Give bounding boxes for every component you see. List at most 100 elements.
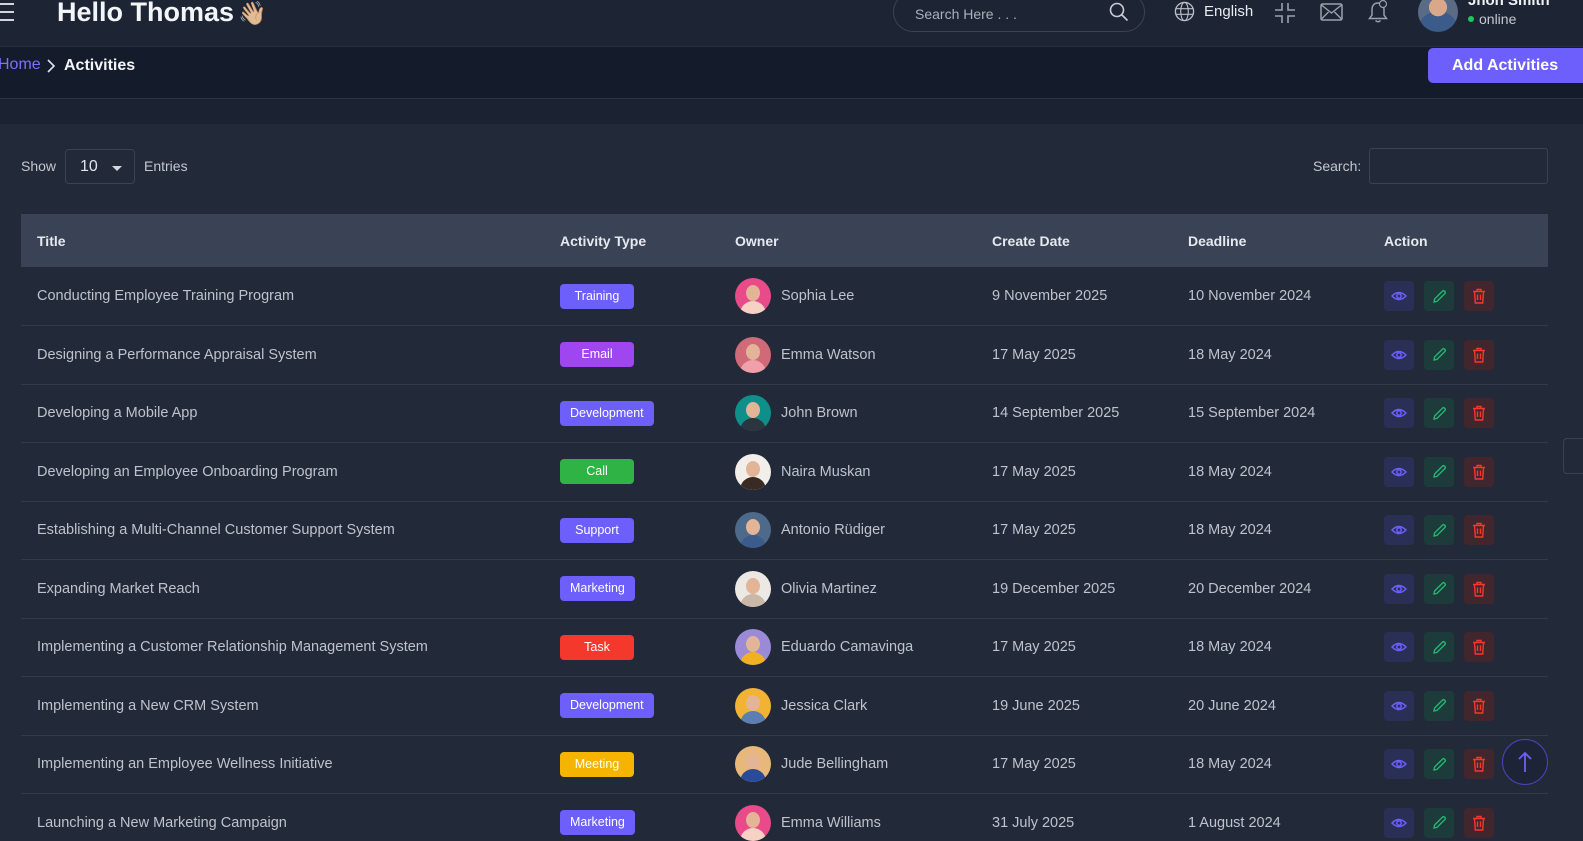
view-button[interactable] [1384,456,1414,487]
avatar [735,746,771,783]
avatar [735,278,771,314]
side-panel-tab[interactable] [1563,438,1583,474]
activity-title[interactable]: Developing an Employee Onboarding Progra… [21,443,544,502]
delete-button[interactable] [1464,515,1494,546]
owner-cell: Antonio Rüdiger [719,501,976,560]
owner-name: Emma Watson [781,346,876,363]
action-cell [1368,267,1548,326]
owner: Jude Bellingham [735,746,976,783]
action-cell [1368,326,1548,385]
user-avatar[interactable] [1418,0,1458,32]
activity-title[interactable]: Implementing a Customer Relationship Man… [21,618,544,677]
user-name: Jhon Smith [1468,0,1550,9]
bell-icon[interactable] [1366,0,1390,25]
view-button[interactable] [1384,339,1414,370]
search-icon[interactable] [1109,2,1129,22]
activity-type-cell: Development [544,384,719,443]
view-button[interactable] [1384,749,1414,780]
trash-icon [1473,581,1485,597]
edit-button[interactable] [1424,281,1454,311]
delete-button[interactable] [1464,339,1494,370]
edit-button[interactable] [1424,807,1454,838]
delete-button[interactable] [1464,690,1494,721]
deadline-date: 18 May 2024 [1188,463,1272,480]
activity-type-cell: Support [544,501,719,560]
activity-type-cell: Task [544,618,719,677]
pencil-icon [1432,582,1446,596]
col-title-header[interactable]: Title [21,214,544,267]
language-selector[interactable]: English [1174,1,1253,22]
breadcrumb-home-link[interactable]: Home [0,56,41,74]
delete-button[interactable] [1464,456,1494,487]
header-search-input[interactable] [915,3,1100,25]
caret-down-icon [112,166,122,171]
activity-title[interactable]: Launching a New Marketing Campaign [21,794,544,841]
edit-button[interactable] [1424,573,1454,604]
scroll-to-top-button[interactable] [1502,739,1548,785]
deadline-date: 18 May 2024 [1188,522,1272,539]
col-create-header[interactable]: Create Date [976,214,1172,267]
owner-name: Jessica Clark [781,697,868,714]
owner-cell: Emma Williams [719,794,976,841]
action-cell [1368,384,1548,443]
view-button[interactable] [1384,515,1414,546]
create-date: 17 May 2025 [992,756,1076,773]
view-button[interactable] [1384,690,1414,721]
delete-button[interactable] [1464,398,1494,429]
add-activities-button[interactable]: Add Activities [1428,48,1583,83]
avatar [735,629,771,666]
edit-button[interactable] [1424,398,1454,429]
activity-type-badge: Development [560,400,654,426]
view-button[interactable] [1384,573,1414,604]
owner-name: Eduardo Camavinga [781,639,914,656]
owner-name: Naira Muskan [781,463,871,480]
activity-title[interactable]: Implementing a New CRM System [21,677,544,736]
delete-button[interactable] [1464,632,1494,663]
trash-icon [1473,698,1485,714]
table-search-label: Search: [1313,158,1362,174]
menu-icon[interactable] [0,3,18,23]
avatar [735,395,771,432]
pencil-icon [1432,348,1446,362]
top-header: Hello Thomas👋🏼 English Jhon Smith online [0,0,1583,47]
view-button[interactable] [1384,281,1414,311]
entries-select[interactable]: 10 [65,149,135,184]
owner-name: Jude Bellingham [781,756,889,773]
activity-title[interactable]: Implementing an Employee Wellness Initia… [21,735,544,794]
delete-button[interactable] [1464,281,1494,311]
create-date: 17 May 2025 [992,463,1076,480]
table-row: Developing an Employee Onboarding Progra… [21,443,1548,502]
col-owner-header[interactable]: Owner [719,214,976,267]
activity-title[interactable]: Developing a Mobile App [21,384,544,443]
col-type-header[interactable]: Activity Type [544,214,719,267]
view-button[interactable] [1384,632,1414,663]
minimize-icon[interactable] [1273,1,1297,25]
breadcrumb: Home Activities Add Activities [0,47,1583,99]
view-button[interactable] [1384,398,1414,429]
delete-button[interactable] [1464,573,1494,604]
trash-icon [1473,464,1485,480]
edit-button[interactable] [1424,690,1454,721]
col-deadline-header[interactable]: Deadline [1172,214,1368,267]
trash-icon [1473,523,1485,538]
edit-button[interactable] [1424,749,1454,780]
action-cell [1368,560,1548,619]
table-search-input[interactable] [1369,148,1548,184]
edit-button[interactable] [1424,632,1454,663]
activity-title[interactable]: Expanding Market Reach [21,560,544,619]
edit-button[interactable] [1424,456,1454,487]
avatar [735,512,771,549]
eye-icon [1391,818,1407,827]
activity-title[interactable]: Establishing a Multi-Channel Customer Su… [21,501,544,560]
edit-button[interactable] [1424,339,1454,370]
owner: Sophia Lee [735,278,976,314]
activity-type-badge: Marketing [560,810,635,836]
activity-title[interactable]: Designing a Performance Appraisal System [21,326,544,385]
delete-button[interactable] [1464,749,1494,780]
mail-icon[interactable] [1320,3,1343,21]
row-actions [1384,281,1548,311]
view-button[interactable] [1384,807,1414,838]
delete-button[interactable] [1464,807,1494,838]
activity-title[interactable]: Conducting Employee Training Program [21,267,544,326]
edit-button[interactable] [1424,515,1454,546]
